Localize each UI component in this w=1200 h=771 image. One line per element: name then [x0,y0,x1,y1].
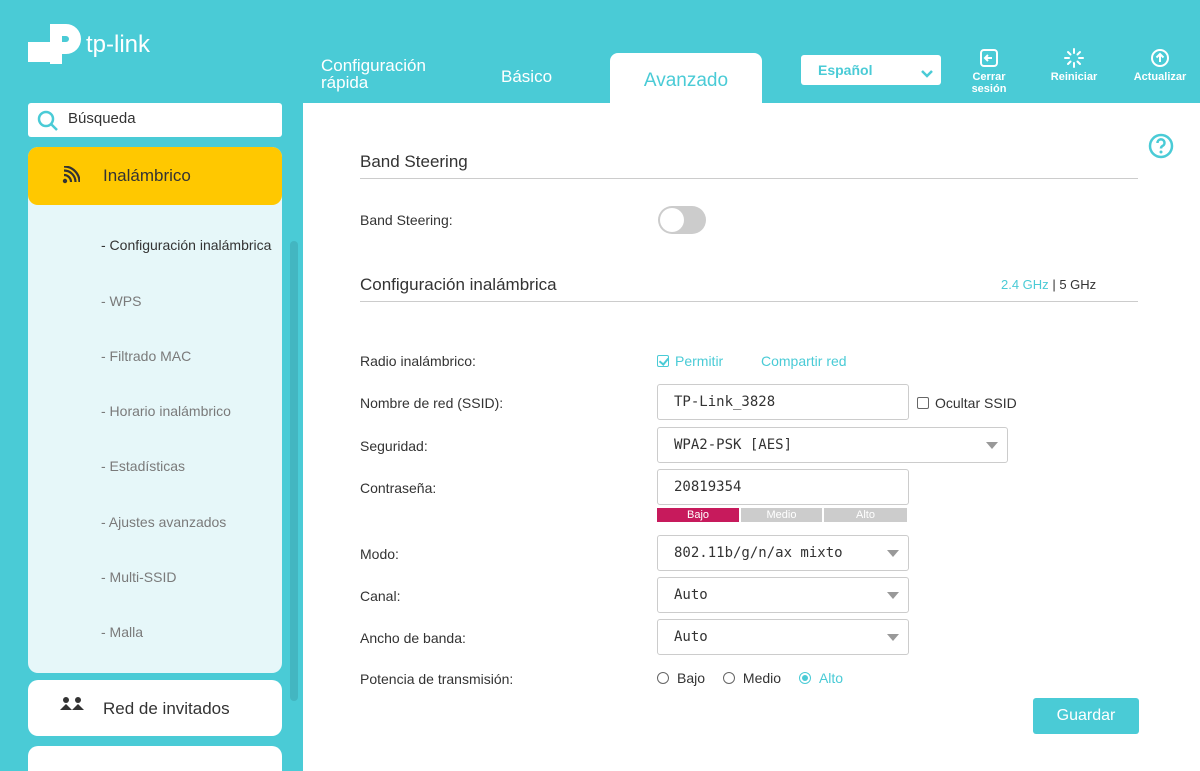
radio-unchecked-icon [657,672,669,684]
radio-checked-icon [798,672,811,684]
band-steering-title: Band Steering [360,152,468,171]
hide-ssid-label: Ocultar SSID [935,395,1017,411]
mode-value: 802.11b/g/n/ax mixto [674,545,843,561]
password-strength-meter: Bajo Medio Alto [657,508,907,522]
svg-text:tp-link: tp-link [86,31,151,58]
sidebar-subitem-advanced-settings[interactable]: - Ajustes avanzados [101,514,226,530]
tab-quick-setup[interactable]: Configuración rápida [321,57,451,91]
search-placeholder: Búsqueda [68,110,136,127]
sidebar-subitem-mesh[interactable]: - Malla [101,624,143,640]
bandwidth-select[interactable]: Auto [657,619,909,655]
reboot-button[interactable]: Reiniciar [1039,48,1109,83]
tx-power-label: Potencia de transmisión: [360,671,514,687]
mode-label: Modo: [360,546,399,562]
chevron-down-icon [921,65,933,81]
security-label: Seguridad: [360,438,428,454]
radio-unchecked-icon [722,672,735,684]
bandwidth-value: Auto [674,629,708,645]
sidebar-subitem-mac-filter[interactable]: - Filtrado MAC [101,348,191,364]
band-steering-label: Band Steering: [360,212,453,228]
search-input[interactable]: Búsqueda [28,103,282,137]
tab-basic[interactable]: Básico [501,68,552,85]
checkbox-checked-icon [657,355,669,367]
band-5ghz-link[interactable]: 5 GHz [1059,277,1096,292]
band-steering-toggle[interactable] [658,206,706,234]
strength-low: Bajo [657,508,739,522]
ssid-label: Nombre de red (SSID): [360,395,504,411]
bandwidth-label: Ancho de banda: [360,630,466,646]
reboot-label: Reiniciar [1050,71,1098,83]
tx-power-high-label: Alto [818,670,844,686]
tab-advanced[interactable]: Avanzado [610,53,762,103]
mode-select[interactable]: 802.11b/g/n/ax mixto [657,535,909,571]
divider [360,301,1138,302]
toggle-knob [660,208,684,232]
app-frame: tp-link Configuración rápida Básico Avan… [10,10,1200,771]
sidebar: Búsqueda Inalámbrico - Configuración ina… [10,103,300,771]
password-label: Contraseña: [360,480,437,496]
logout-icon [954,48,1024,68]
language-select[interactable]: Español [801,55,941,85]
tx-power-high[interactable]: Alto [798,670,844,686]
sidebar-item-next[interactable] [28,746,282,771]
radio-enable-checkbox[interactable]: Permitir [657,353,723,369]
tx-power-low-label: Bajo [677,670,706,686]
wireless-nav-panel: Inalámbrico - Configuración inalámbrica … [28,147,282,673]
wireless-settings-title: Configuración inalámbrica [360,275,557,294]
save-button[interactable]: Guardar [1033,698,1139,734]
logout-button[interactable]: Cerrar sesión [954,48,1024,95]
sidebar-subitem-wps[interactable]: - WPS [101,293,141,309]
tx-power-medium[interactable]: Medio [722,670,782,686]
tx-power-radio-group: Bajo Medio Alto [657,670,857,686]
help-icon[interactable] [1148,133,1174,164]
sidebar-scrollbar[interactable] [290,241,298,701]
dropdown-arrow-icon [887,634,899,641]
sidebar-subitem-wireless-settings[interactable]: - Configuración inalámbrica [101,237,271,253]
strength-medium: Medio [741,508,822,522]
sidebar-subitem-wireless-schedule[interactable]: - Horario inalámbrico [101,403,231,419]
hide-ssid-checkbox[interactable]: Ocultar SSID [917,395,1017,411]
password-input[interactable]: 20819354 [657,469,909,505]
sidebar-subitem-multi-ssid[interactable]: - Multi-SSID [101,569,176,585]
ssid-input[interactable]: TP-Link_3828 [657,384,909,420]
strength-high: Alto [824,508,907,522]
tx-power-medium-label: Medio [742,670,782,686]
channel-select[interactable]: Auto [657,577,909,613]
dropdown-arrow-icon [986,442,998,449]
security-value: WPA2-PSK [AES] [674,437,793,453]
language-value: Español [818,62,873,78]
channel-label: Canal: [360,588,401,604]
share-network-link[interactable]: Compartir red [761,353,847,369]
divider [360,178,1138,179]
tx-power-low[interactable]: Bajo [657,670,705,686]
checkbox-unchecked-icon [917,397,929,409]
sidebar-item-wireless-label: Inalámbrico [103,166,191,185]
band-separator: | [1052,277,1056,292]
logout-label: Cerrar sesión [971,71,1007,95]
update-icon [1125,48,1195,68]
sidebar-item-wireless[interactable]: Inalámbrico [28,147,282,205]
channel-value: Auto [674,587,708,603]
radio-enable-label: Permitir [675,353,724,369]
band-switch: 2.4 GHz | 5 GHz [1001,277,1096,292]
tp-link-logo: tp-link [28,18,198,68]
sidebar-item-guest-network[interactable]: Red de invitados [28,680,282,736]
dropdown-arrow-icon [887,592,899,599]
update-button[interactable]: Actualizar [1125,48,1195,83]
dropdown-arrow-icon [887,550,899,557]
sidebar-item-guest-label: Red de invitados [103,699,230,718]
reboot-icon [1039,48,1109,68]
update-label: Actualizar [1133,71,1187,83]
main-content: Band Steering Band Steering: Configuraci… [303,103,1200,771]
sidebar-subitem-statistics[interactable]: - Estadísticas [101,458,185,474]
radio-label: Radio inalámbrico: [360,353,476,369]
security-select[interactable]: WPA2-PSK [AES] [657,427,1008,463]
band-24ghz-link[interactable]: 2.4 GHz [1001,277,1049,292]
